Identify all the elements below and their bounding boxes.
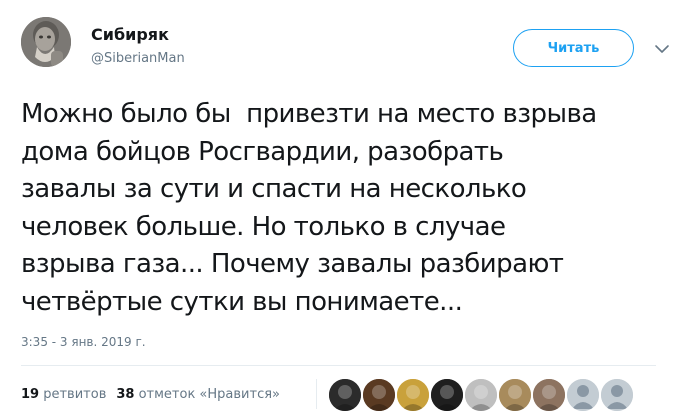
stats-separator <box>316 379 317 409</box>
follow-button[interactable]: Читать <box>513 29 634 67</box>
tweet-card: Сибиряк @SiberianMan Читать Можно было б… <box>0 0 677 415</box>
liker-avatar-5[interactable] <box>464 378 498 412</box>
liker-avatar-1[interactable] <box>328 378 362 412</box>
author-avatar[interactable] <box>21 17 71 67</box>
liker-avatar-4[interactable] <box>430 378 464 412</box>
tweet-stats: 19 ретвитов 38 отметок «Нравится» <box>21 387 280 402</box>
liker-avatar-8[interactable] <box>566 378 600 412</box>
author-handle[interactable]: @SiberianMan <box>91 51 185 66</box>
retweets-stat[interactable]: 19 ретвитов <box>21 387 106 402</box>
liker-avatar-6[interactable] <box>498 378 532 412</box>
likes-count: 38 <box>116 387 135 402</box>
chevron-down-icon[interactable] <box>653 40 671 58</box>
likes-stat[interactable]: 38 отметок «Нравится» <box>116 387 280 402</box>
retweets-label: ретвитов <box>43 387 107 402</box>
liker-avatar-2[interactable] <box>362 378 396 412</box>
tweet-text: Можно было бы привезти на место взрыва д… <box>21 99 597 317</box>
liker-avatar-7[interactable] <box>532 378 566 412</box>
likes-label: отметок «Нравится» <box>138 387 280 402</box>
author-display-name[interactable]: Сибиряк <box>91 25 169 44</box>
liker-avatar-3[interactable] <box>396 378 430 412</box>
retweets-count: 19 <box>21 387 40 402</box>
liker-avatar-9[interactable] <box>600 378 634 412</box>
tweet-timestamp[interactable]: 3:35 - 3 янв. 2019 г. <box>21 335 146 349</box>
divider <box>21 365 656 366</box>
